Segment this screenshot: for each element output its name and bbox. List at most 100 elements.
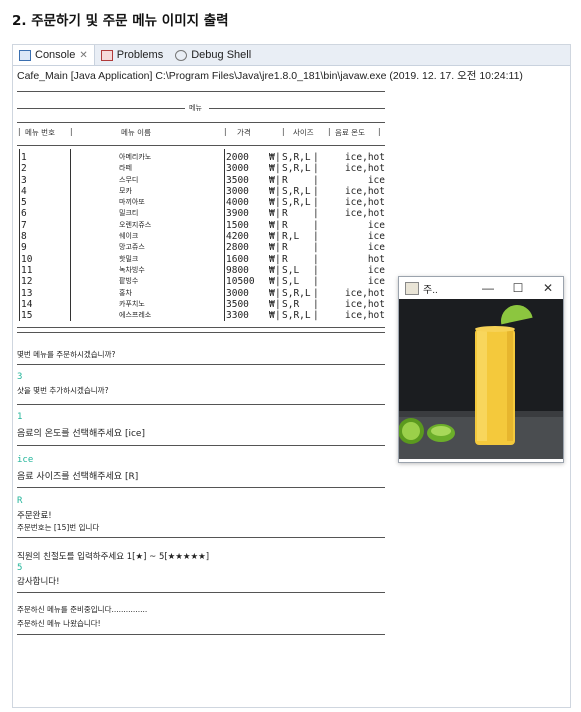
- menu-size: S,L: [282, 264, 300, 276]
- column-separator: |: [275, 253, 281, 265]
- menu-no: 14: [21, 298, 33, 310]
- view-tab-bar: Console ✕ Problems Debug Shell: [13, 45, 570, 66]
- menu-currency: ₩: [269, 208, 275, 220]
- column-separator: |: [313, 174, 319, 186]
- col-size: 사이즈: [293, 128, 314, 137]
- divider: [17, 122, 385, 123]
- ready-message: 주문하신 메뉴 나왔습니다!: [17, 619, 101, 628]
- column-separator: |: [313, 310, 319, 322]
- menu-table: 1 아메리카노 2000 ₩ S,R,L ice,hot | | 2 라떼 3000 ₩ S,R,L ic…: [17, 152, 385, 321]
- menu-price: 3000: [226, 287, 249, 299]
- menu-row: 12 팥빙수 10500 ₩ S,L ice | |: [17, 276, 385, 287]
- close-icon[interactable]: ✕: [533, 281, 563, 295]
- prompt-temperature: 음료의 온도를 선택해주세요 [ice]: [17, 429, 145, 439]
- menu-temp: ice: [367, 219, 385, 231]
- image-window-title: 주..: [423, 284, 438, 296]
- prompt-shot: 샷을 몇번 추가하시겠습니까?: [17, 386, 109, 395]
- menu-temp: ice,hot: [344, 163, 385, 175]
- minimize-icon[interactable]: —: [473, 281, 503, 295]
- column-separator: |: [313, 208, 319, 220]
- tab-debug-shell[interactable]: Debug Shell: [169, 45, 257, 65]
- divider: [17, 404, 385, 405]
- menu-no: 5: [21, 197, 27, 209]
- menu-temp: ice: [367, 264, 385, 276]
- menu-price: 3500: [226, 298, 249, 310]
- column-separator: |: [313, 197, 319, 209]
- menu-row: 14 카푸치노 3500 ₩ S,R ice,hot | |: [17, 299, 385, 310]
- column-separator: |: [275, 174, 281, 186]
- menu-size: R: [282, 174, 288, 186]
- input-temperature: ice: [17, 455, 34, 465]
- menu-currency: ₩: [269, 197, 275, 209]
- menu-no: 13: [21, 287, 33, 299]
- column-separator: |: [275, 264, 281, 276]
- column-separator: |: [275, 310, 281, 322]
- divider: [17, 145, 385, 146]
- menu-temp: ice,hot: [344, 197, 385, 209]
- menu-header-row: | 메뉴 번호 | 메뉴 이름 | 가격 | 사이즈 | 음료 온도 |: [17, 127, 382, 137]
- menu-no: 9: [21, 242, 27, 254]
- menu-size: S,L: [282, 276, 300, 288]
- input-size: R: [17, 496, 23, 506]
- launch-path: Cafe_Main [Java Application] C:\Program …: [17, 70, 523, 82]
- column-separator: |: [275, 276, 281, 288]
- col-name: 메뉴 이름: [121, 128, 151, 137]
- menu-row: 15 에스프레소 3300 ₩ S,R,L ice,hot | |: [17, 310, 385, 321]
- input-menu-number: 3: [17, 372, 23, 382]
- menu-price: 3300: [226, 310, 249, 322]
- image-window-titlebar[interactable]: 주.. — ☐ ✕: [399, 277, 563, 299]
- menu-name: 팥빙수: [119, 277, 139, 286]
- menu-currency: ₩: [269, 152, 275, 163]
- menu-no: 3: [21, 174, 27, 186]
- menu-price: 9800: [226, 264, 249, 276]
- maximize-icon[interactable]: ☐: [503, 281, 533, 295]
- menu-size: S,R,L: [282, 287, 311, 299]
- column-separator: |: [275, 152, 281, 163]
- debug-icon: [175, 49, 188, 61]
- menu-title: 메뉴: [187, 103, 204, 113]
- tab-problems[interactable]: Problems: [95, 45, 169, 65]
- column-separator: |: [275, 219, 281, 231]
- menu-name: 에스프레소: [119, 311, 152, 320]
- menu-row: 10 핫밀크 1600 ₩ Rhot | |: [17, 254, 385, 265]
- menu-price: 3000: [226, 163, 249, 175]
- menu-size: S,R,L: [282, 152, 311, 163]
- menu-temp: ice,hot: [344, 310, 385, 322]
- menu-temp: ice,hot: [344, 298, 385, 310]
- menu-currency: ₩: [269, 276, 275, 288]
- menu-currency: ₩: [269, 174, 275, 186]
- input-shot: 1: [17, 412, 23, 422]
- prompt-rating: 직원의 친절도를 입력하주세요 1[★] ~ 5[★★★★★]: [17, 552, 210, 562]
- order-number: 주문번호는 [15]번 입니다: [17, 523, 100, 532]
- col-temp: 음료 온도: [335, 128, 365, 137]
- divider: [17, 445, 385, 446]
- menu-name: 녹차빙수: [119, 265, 145, 274]
- menu-price: 3900: [226, 208, 249, 220]
- close-icon[interactable]: ✕: [79, 50, 87, 61]
- menu-title-rule: 메뉴: [17, 103, 385, 113]
- column-separator: |: [313, 253, 319, 265]
- column-separator: |: [313, 231, 319, 243]
- menu-image-window[interactable]: 주.. — ☐ ✕: [398, 276, 564, 463]
- menu-row: 13 홍차 3000 ₩ S,R,L ice,hot | |: [17, 288, 385, 299]
- menu-price: 4000: [226, 197, 249, 209]
- mango-smoothie-image: [398, 299, 563, 459]
- divider: [17, 327, 385, 328]
- menu-size: S,R,L: [282, 197, 311, 209]
- divider: [17, 487, 385, 488]
- menu-price: 2000: [226, 152, 249, 163]
- menu-row: 2 라떼 3000 ₩ S,R,L ice,hot | |: [17, 163, 385, 174]
- menu-name: 밀크티: [119, 209, 139, 218]
- menu-row: 4 모카 3000 ₩ S,R,L ice,hot | |: [17, 186, 385, 197]
- menu-no: 8: [21, 231, 27, 243]
- menu-size: S,R: [282, 298, 300, 310]
- column-separator: |: [275, 185, 281, 197]
- menu-currency: ₩: [269, 185, 275, 197]
- tab-console[interactable]: Console ✕: [13, 45, 95, 65]
- column-separator: |: [313, 276, 319, 288]
- tab-debug-label: Debug Shell: [191, 49, 252, 61]
- column-separator: |: [313, 152, 319, 163]
- column-separator: |: [275, 287, 281, 299]
- thanks-message: 감사합니다!: [17, 577, 60, 587]
- menu-name: 아메리카노: [119, 153, 152, 161]
